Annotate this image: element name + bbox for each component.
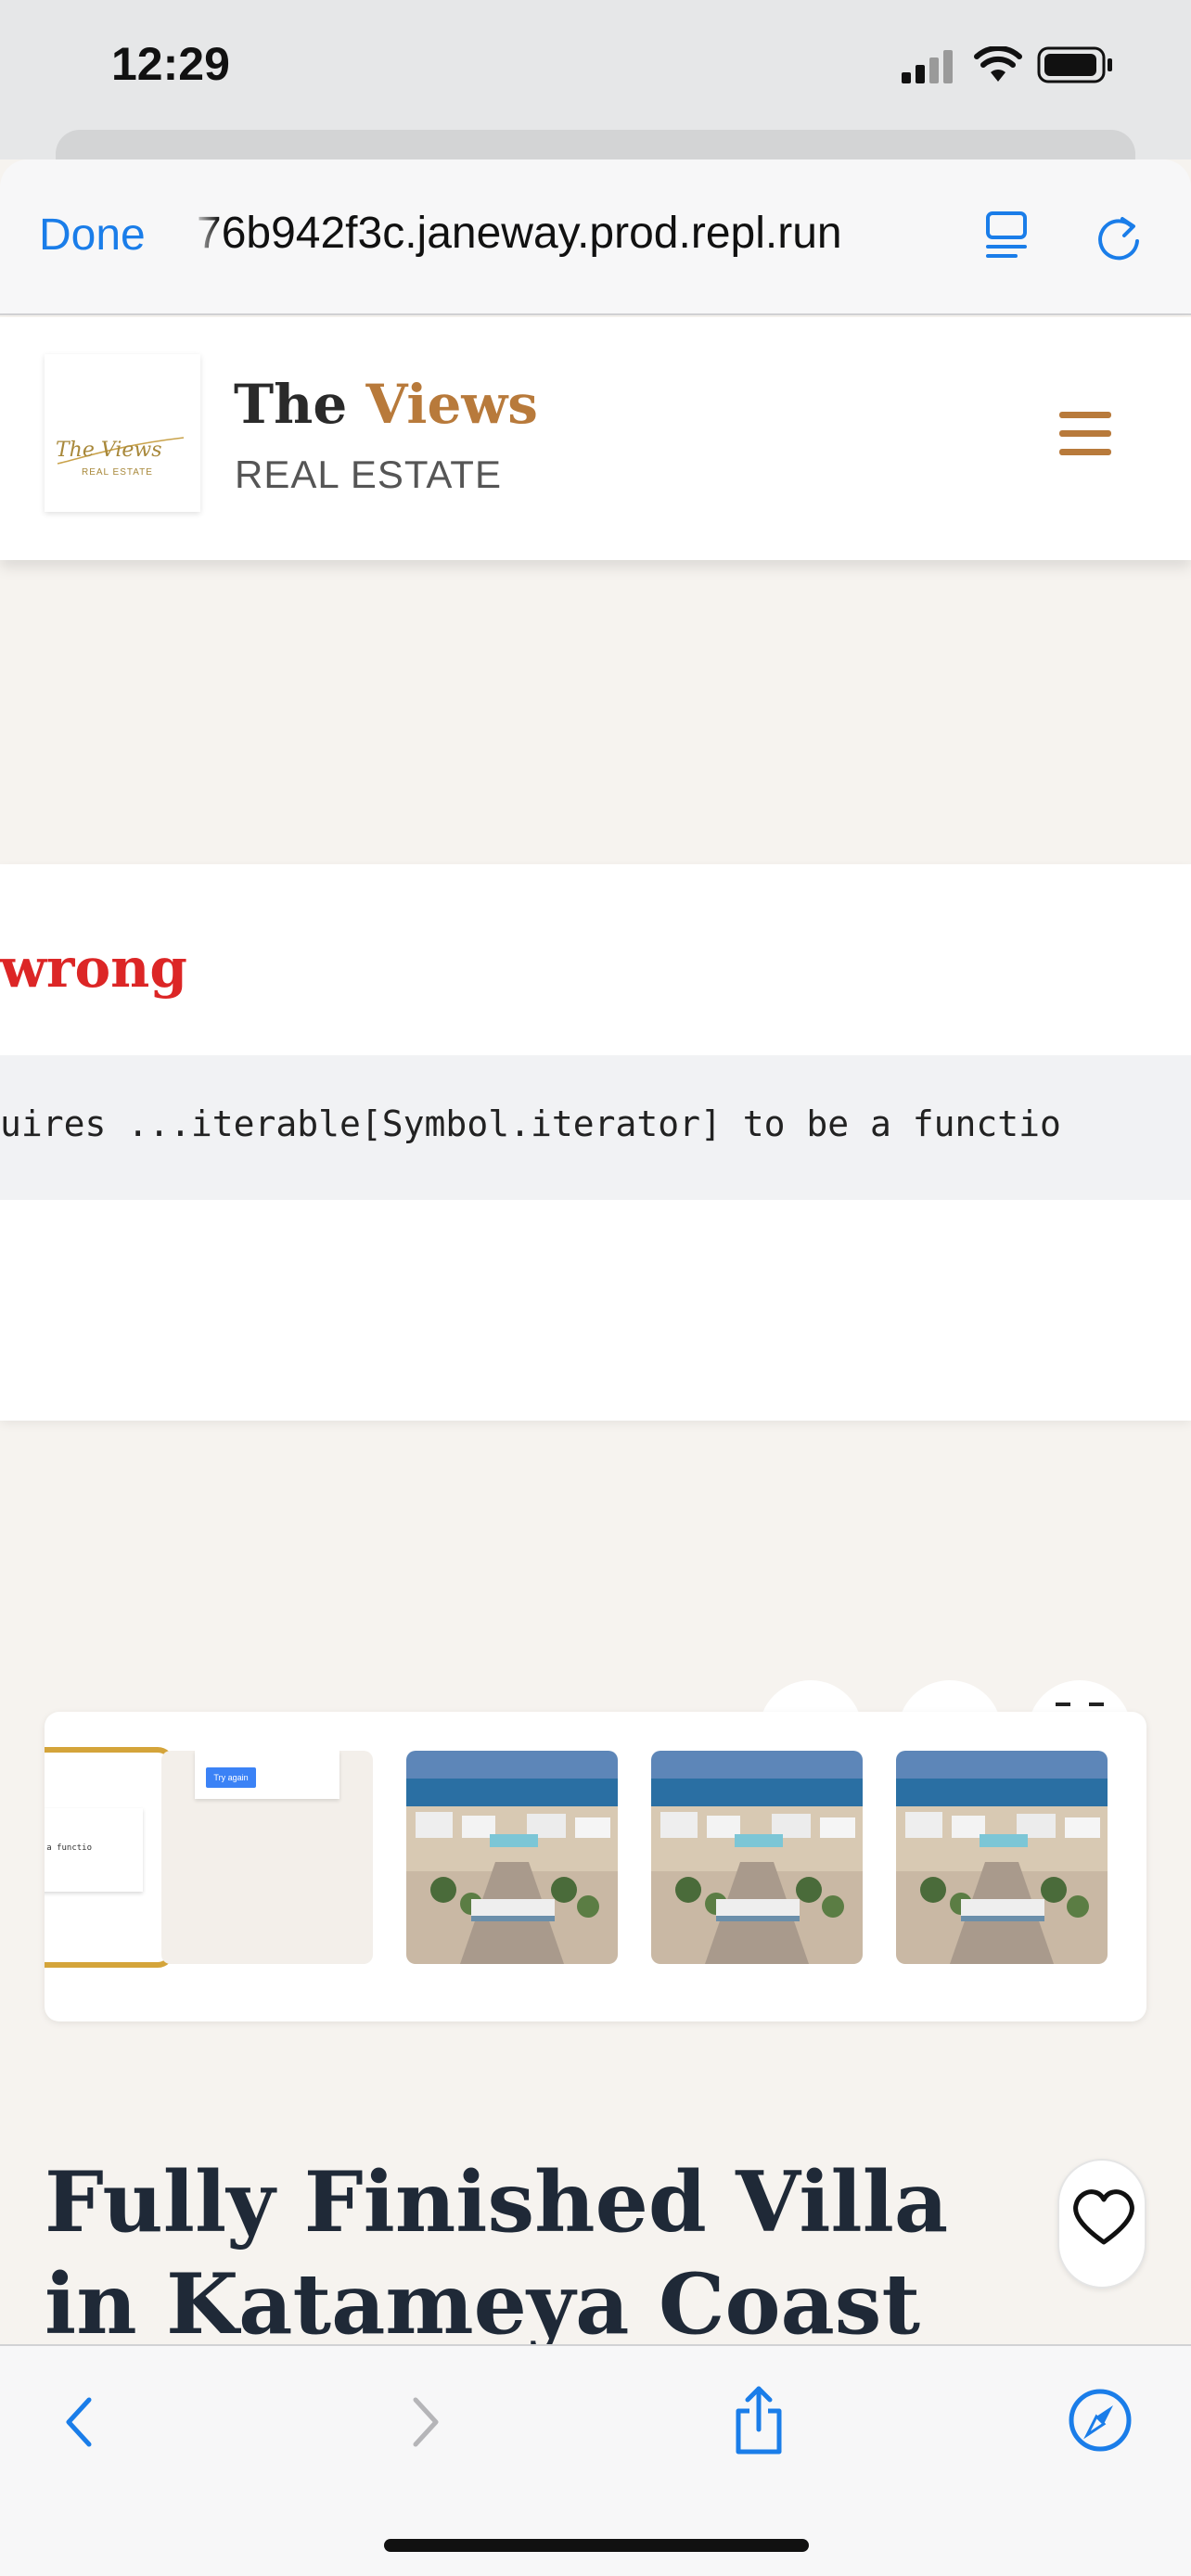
menu-line [1059,412,1111,418]
thumbnail[interactable] [651,1751,863,1964]
forward-icon[interactable] [404,2392,445,2452]
share-icon[interactable] [729,2383,788,2457]
menu-line [1059,430,1111,437]
error-title: wrong [0,937,187,1000]
status-time: 12:29 [111,38,230,90]
brand-the: The [234,373,348,436]
wifi-icon [974,46,1022,82]
thumbnail[interactable]: Try again [161,1751,373,1964]
brand-title: The Views [234,373,538,436]
menu-icon[interactable] [1059,412,1121,462]
compass-icon[interactable] [1067,2387,1133,2454]
logo[interactable]: The Views REAL ESTATE [45,354,200,512]
battery-icon [1037,46,1112,83]
thumbnail[interactable] [406,1751,618,1964]
villa-photo [651,1751,863,1964]
brand-views: Views [365,373,538,436]
villa-photo [896,1751,1108,1964]
error-message: uires ...iterable[Symbol.iterator] to be… [0,1103,1061,1144]
try-again-button: Try again [206,1767,256,1788]
browser-toolbar: Done 76b942f3c.janeway.prod.repl.run [0,159,1191,315]
logo-the: The Views [56,439,162,462]
listing-title: Fully Finished Villa in Katameya Coast [45,2153,949,2353]
display-mode-icon[interactable] [983,210,1033,261]
done-button[interactable]: Done [39,210,146,261]
url-field[interactable]: 76b942f3c.janeway.prod.repl.run [197,208,939,259]
back-icon[interactable] [59,2392,100,2452]
thumbnail[interactable] [896,1751,1108,1964]
reload-icon[interactable] [1093,210,1145,265]
thumbnail-error-preview: be a functio [45,1808,143,1892]
thumbnail-error-card: Try again [195,1751,339,1799]
home-indicator [384,2539,809,2552]
url-fade [191,197,219,271]
thumbnail-strip: be a functio Try again [45,1712,1146,2021]
logo-sub: REAL ESTATE [82,467,153,478]
favorite-button[interactable] [1057,2159,1146,2289]
logo-mark: The Views REAL ESTATE [56,437,185,478]
heart-icon [1073,2189,1134,2245]
brand-subtitle: REAL ESTATE [235,453,502,496]
villa-photo [406,1751,618,1964]
thumbnail-active[interactable]: be a functio [45,1747,174,1968]
menu-line [1059,449,1111,455]
cellular-signal-icon [902,50,953,83]
site-header: The Views REAL ESTATE The Views REAL EST… [0,317,1191,560]
